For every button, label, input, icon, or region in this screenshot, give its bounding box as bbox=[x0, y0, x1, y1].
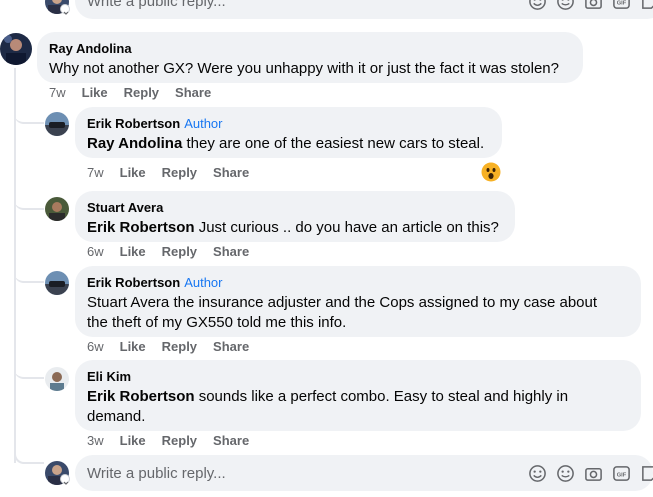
share-button[interactable]: Share bbox=[213, 339, 249, 355]
author-badge: Author bbox=[184, 275, 223, 290]
reply-bubble: Erik Robertson Author Ray Andolina they a… bbox=[75, 107, 502, 158]
svg-text:GIF: GIF bbox=[617, 0, 627, 6]
share-button[interactable]: Share bbox=[175, 85, 211, 101]
comment-author[interactable]: Ray Andolina bbox=[49, 41, 571, 57]
emoji-icon[interactable] bbox=[556, 464, 575, 483]
share-button[interactable]: Share bbox=[213, 165, 249, 181]
emoji-icon[interactable] bbox=[556, 0, 575, 11]
gif-icon[interactable]: GIF bbox=[612, 0, 631, 11]
gif-icon[interactable]: GIF bbox=[612, 464, 631, 483]
reply-actions: 6w Like Reply Share bbox=[87, 339, 265, 355]
reply-bubble: Stuart Avera Erik Robertson Just curious… bbox=[75, 191, 515, 242]
like-button[interactable]: Like bbox=[120, 244, 146, 260]
mention-link[interactable]: Ray Andolina bbox=[87, 135, 182, 152]
comment-text: Why not another GX? Were you unhappy wit… bbox=[49, 60, 559, 77]
thread-elbow bbox=[14, 108, 44, 124]
reply-timestamp[interactable]: 6w bbox=[87, 339, 104, 355]
reply-actions: 3w Like Reply Share bbox=[87, 433, 265, 449]
reply-actions: 6w Like Reply Share bbox=[87, 244, 265, 260]
avatar-icon bbox=[45, 112, 69, 136]
like-button[interactable]: Like bbox=[120, 433, 146, 449]
chevron-down-icon[interactable] bbox=[60, 4, 70, 15]
emoji-icon[interactable] bbox=[528, 464, 547, 483]
reply-bubble: Erik Robertson Author Stuart Avera the in… bbox=[75, 266, 641, 337]
like-button[interactable]: Like bbox=[120, 165, 146, 181]
ray-andolina-avatar[interactable] bbox=[0, 33, 32, 65]
mention-link[interactable]: Erik Robertson bbox=[87, 219, 195, 236]
sticker-icon[interactable] bbox=[640, 0, 653, 11]
avatar-icon bbox=[45, 197, 69, 221]
chevron-down-icon[interactable] bbox=[60, 474, 70, 485]
reply-input[interactable] bbox=[87, 455, 487, 491]
comment-timestamp[interactable]: 7w bbox=[49, 85, 66, 101]
share-button[interactable]: Share bbox=[213, 433, 249, 449]
thread-elbow bbox=[14, 363, 44, 379]
reply-text: Stuart Avera the insurance adjuster and … bbox=[87, 294, 598, 331]
svg-text:GIF: GIF bbox=[617, 472, 627, 478]
reply-text: Ray Andolina they are one of the easiest… bbox=[87, 135, 485, 152]
camera-icon[interactable] bbox=[584, 464, 603, 483]
reply-author[interactable]: Eli Kim bbox=[87, 369, 629, 385]
reply-button[interactable]: Reply bbox=[162, 165, 197, 181]
eli-kim-avatar[interactable] bbox=[45, 367, 69, 391]
reply-text: Erik Robertson sounds like a perfect com… bbox=[87, 388, 569, 425]
emoji-icon[interactable] bbox=[528, 0, 547, 11]
reply-bubble: Eli Kim Erik Robertson sounds like a per… bbox=[75, 360, 641, 431]
reply-timestamp[interactable]: 3w bbox=[87, 433, 104, 449]
reply-timestamp[interactable]: 6w bbox=[87, 244, 104, 260]
reply-author[interactable]: Stuart Avera bbox=[87, 200, 503, 216]
comment-actions: 7w Like Reply Share bbox=[49, 85, 227, 101]
sticker-icon[interactable] bbox=[640, 464, 653, 483]
stuart-avera-avatar[interactable] bbox=[45, 197, 69, 221]
camera-icon[interactable] bbox=[584, 0, 603, 11]
reply-button[interactable]: Reply bbox=[162, 339, 197, 355]
reply-button[interactable]: Reply bbox=[162, 244, 197, 260]
reply-actions: 7w Like Reply Share bbox=[87, 165, 265, 181]
thread-elbow bbox=[14, 448, 44, 464]
mention-link[interactable]: Erik Robertson bbox=[87, 388, 195, 405]
erik-robertson-avatar[interactable] bbox=[45, 271, 69, 295]
thread-elbow bbox=[14, 267, 44, 283]
wow-reaction-icon[interactable] bbox=[481, 162, 501, 182]
reply-author[interactable]: Erik Robertson Author bbox=[87, 116, 490, 132]
thread-elbow bbox=[14, 194, 44, 210]
thread-line-main bbox=[14, 68, 16, 463]
reply-timestamp[interactable]: 7w bbox=[87, 165, 104, 181]
erik-robertson-avatar[interactable] bbox=[45, 112, 69, 136]
avatar-icon bbox=[45, 271, 69, 295]
comment-bubble: Ray Andolina Why not another GX? Were yo… bbox=[37, 32, 583, 83]
like-button[interactable]: Like bbox=[120, 339, 146, 355]
reply-button[interactable]: Reply bbox=[162, 433, 197, 449]
like-button[interactable]: Like bbox=[82, 85, 108, 101]
avatar-icon bbox=[0, 33, 32, 65]
reply-box-top[interactable]: GIF bbox=[75, 0, 653, 19]
reply-button[interactable]: Reply bbox=[124, 85, 159, 101]
reply-input[interactable] bbox=[87, 0, 487, 19]
reply-box-bottom[interactable]: GIF bbox=[75, 455, 653, 491]
avatar-icon bbox=[45, 367, 69, 391]
reply-text: Erik Robertson Just curious .. do you ha… bbox=[87, 219, 499, 236]
share-button[interactable]: Share bbox=[213, 244, 249, 260]
author-badge: Author bbox=[184, 116, 223, 131]
reply-author[interactable]: Erik Robertson Author bbox=[87, 275, 629, 291]
